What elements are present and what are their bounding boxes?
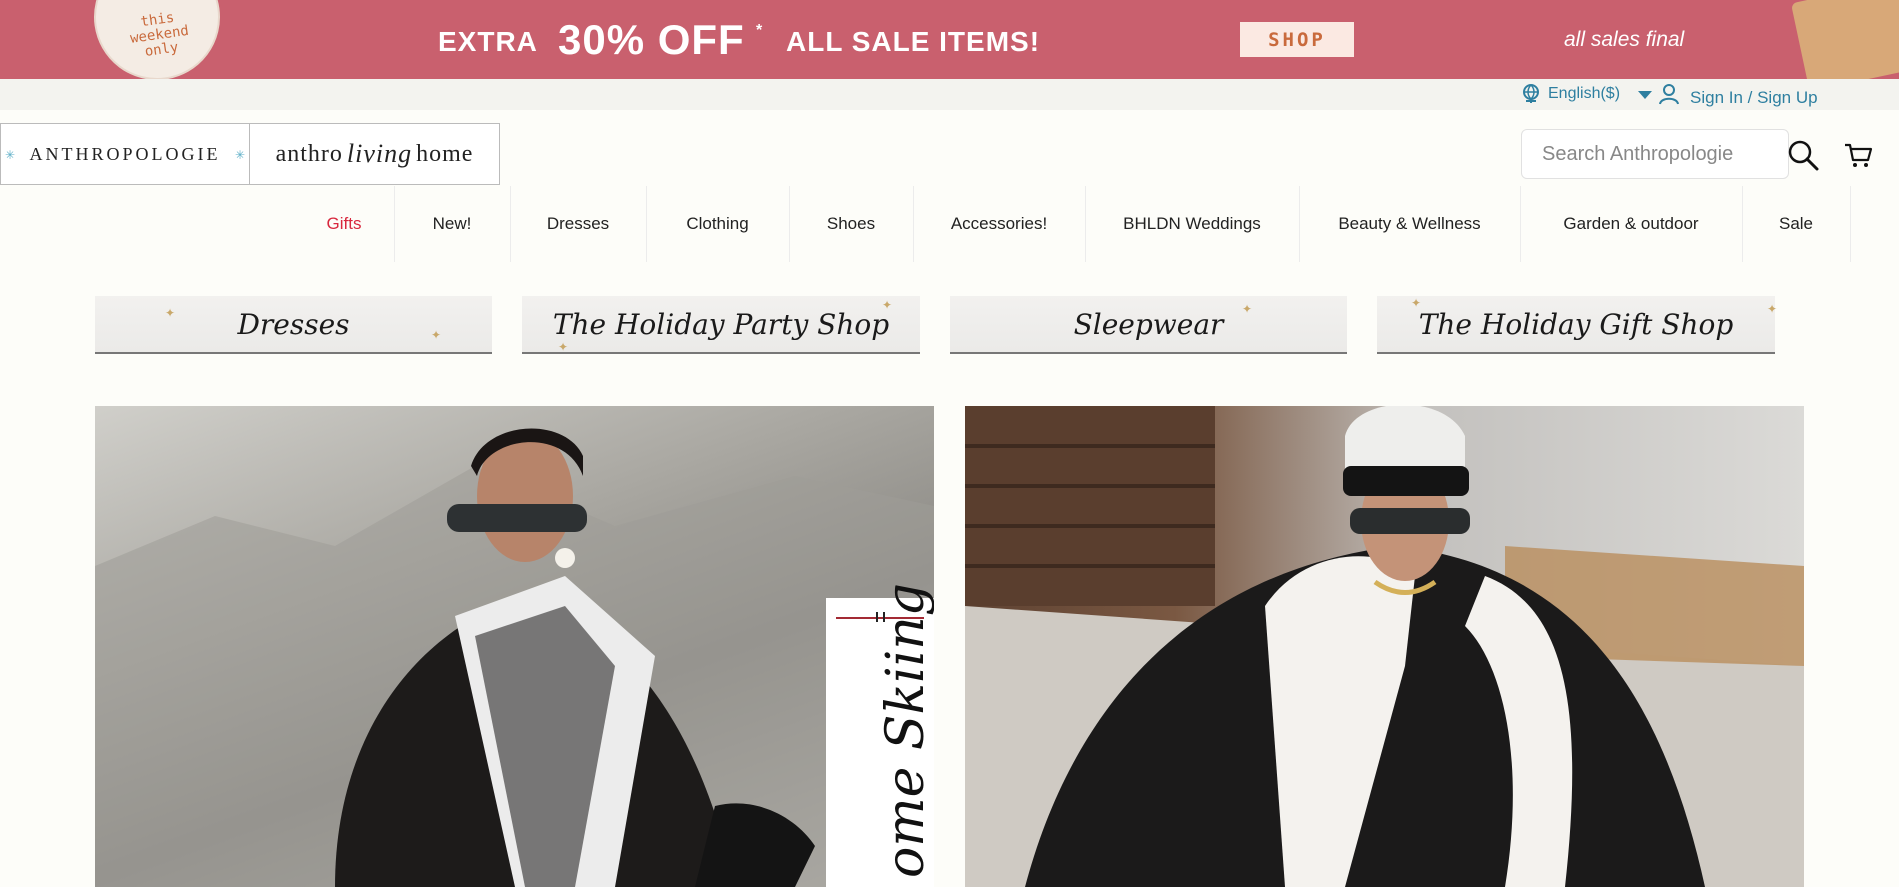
sparkle-icon: ✦ [165,306,176,320]
sparkle-icon: ✦ [558,340,569,354]
chevron-down-icon[interactable] [1638,91,1652,99]
anthroliving-logo-left: anthro [275,140,343,167]
anthropologie-logo[interactable]: ✳ ANTHROPOLOGIE ✳ [0,123,250,185]
user-icon[interactable] [1658,83,1680,105]
nav-item-sale[interactable]: Sale [1742,186,1850,262]
globe-icon[interactable] [1520,82,1544,106]
shop-button-label: Dresses [237,307,350,341]
torn-paper-decoration [1790,0,1899,79]
shop-button-label: The Holiday Party Shop [552,307,890,341]
hero-illustration-skier [95,428,934,887]
sparkle-icon: ✦ [1411,296,1422,310]
sparkle-icon: ✳ [5,148,16,162]
promo-extra: EXTRA [438,26,538,57]
nav-item-beauty-wellness[interactable]: Beauty & Wellness [1299,186,1520,262]
sparkle-icon: ✦ [431,328,442,342]
nav-item-gifts[interactable]: Gifts [294,186,394,262]
sparkle-icon: ✦ [1767,302,1778,316]
nav-item-dresses[interactable]: Dresses [510,186,646,262]
shop-button-label: The Holiday Gift Shop [1418,307,1734,341]
shop-button-holiday-party[interactable]: ✦ ✦ The Holiday Party Shop [522,296,920,354]
anthropologie-logo-text: ANTHROPOLOGIE [29,143,221,164]
hero-image-left[interactable]: ome Skiing [95,406,934,887]
sparkle-icon: ✦ [1242,302,1253,316]
sign-in-link[interactable]: Sign In / Sign Up [1690,88,1818,108]
promo-banner: this weekend only EXTRA 30% OFF * ALL SA… [0,0,1899,79]
weekend-badge: this weekend only [85,0,229,79]
sparkle-icon: ✳ [234,148,245,162]
shop-button-dresses[interactable]: ✦ ✦ Dresses [95,296,492,354]
hero-label-card: ome Skiing [826,583,934,887]
search-input[interactable] [1522,130,1788,178]
hero-illustration-shearling [965,406,1804,887]
badge-line: only [143,39,180,60]
shop-button-label: Sleepwear [1073,307,1224,341]
promo-all-sales-final: all sales final [1564,28,1685,51]
cart-icon[interactable] [1843,140,1873,170]
promo-percent: 30% OFF [558,16,745,63]
main-nav: Gifts New! Dresses Clothing Shoes Access… [0,186,1899,262]
nav-item-shoes[interactable]: Shoes [789,186,913,262]
promo-asterisk: * [756,22,763,39]
shop-button-holiday-gift[interactable]: ✦ ✦ The Holiday Gift Shop [1377,296,1778,354]
anthroliving-logo-right: home [416,140,474,167]
nav-item-new[interactable]: New! [394,186,510,262]
language-selector[interactable]: English($) [1548,85,1620,103]
nav-item-garden-outdoor[interactable]: Garden & outdoor [1520,186,1742,262]
search-icon[interactable] [1786,138,1820,172]
hero-label-text: ome Skiing [876,582,934,878]
nav-divider [1850,186,1851,262]
shop-button-sleepwear[interactable]: ✦ Sleepwear [950,296,1347,354]
anthroliving-logo-script: living [346,139,413,168]
nav-item-clothing[interactable]: Clothing [646,186,789,262]
nav-item-accessories[interactable]: Accessories! [913,186,1085,262]
hero-image-right[interactable] [965,406,1804,887]
utility-bar: English($) Sign In / Sign Up [0,79,1899,110]
sparkle-icon: ✦ [882,298,893,312]
anthroliving-logo[interactable]: anthro living home [249,123,500,185]
search-box [1521,129,1789,179]
promo-shop-button[interactable]: SHOP [1240,22,1354,57]
nav-item-bhldn-weddings[interactable]: BHLDN Weddings [1085,186,1299,262]
promo-all-sale: ALL SALE ITEMS! [786,26,1041,57]
